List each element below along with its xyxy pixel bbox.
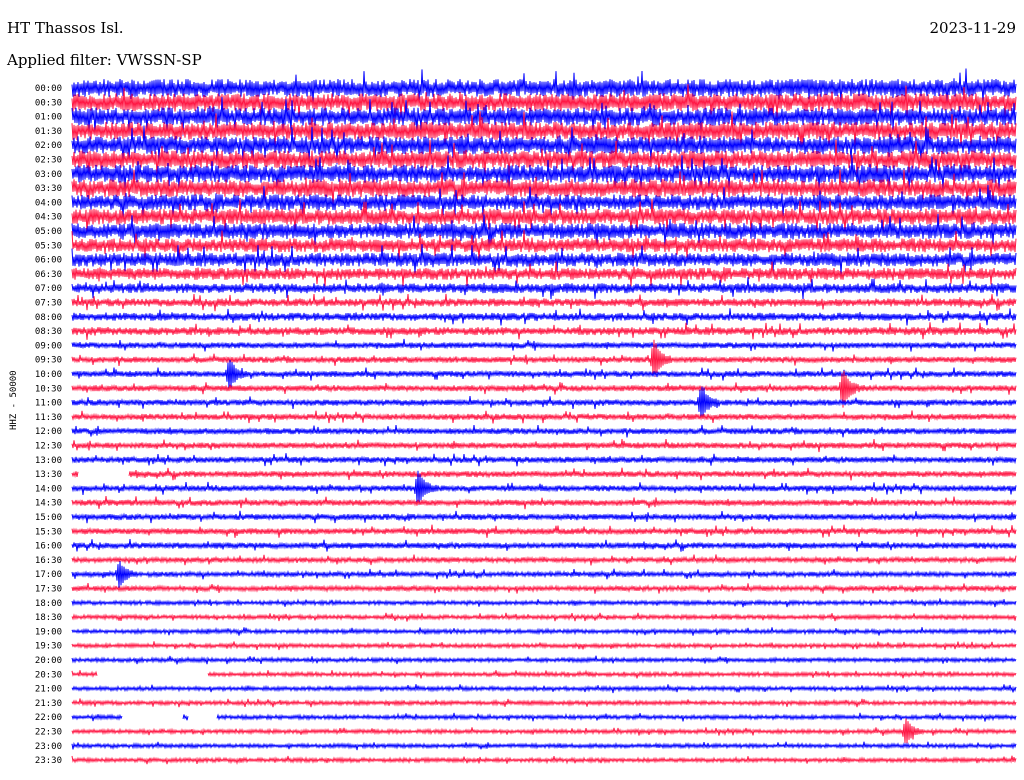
trace-row <box>71 524 1017 538</box>
row-time-label: 14:30 <box>35 499 62 509</box>
trace-row <box>71 583 1017 594</box>
row-time-label: 18:00 <box>35 599 62 609</box>
trace-row <box>71 554 1017 566</box>
row-time-label: 15:00 <box>35 513 62 523</box>
trace-row <box>71 741 1017 751</box>
row-time-label: 23:00 <box>35 742 62 752</box>
row-time-label: 00:00 <box>35 84 62 94</box>
trace-row <box>71 293 1017 312</box>
row-time-label: 13:30 <box>35 470 62 480</box>
row-time-label: 22:00 <box>35 713 62 723</box>
row-time-label: 03:00 <box>35 170 62 180</box>
row-time-label: 20:30 <box>35 670 62 680</box>
row-time-label: 04:00 <box>35 198 62 208</box>
row-time-label: 19:30 <box>35 642 62 652</box>
row-time-label: 12:00 <box>35 427 62 437</box>
trace-row <box>71 277 1017 300</box>
row-time-label: 16:30 <box>35 556 62 566</box>
row-time-label: 05:30 <box>35 241 62 251</box>
row-time-label: 07:30 <box>35 299 62 309</box>
row-time-label: 09:30 <box>35 356 62 366</box>
trace-row <box>71 322 1017 340</box>
row-time-label: 08:00 <box>35 313 62 323</box>
row-time-label: 05:00 <box>35 227 62 237</box>
trace-row <box>71 308 1017 326</box>
row-time-label: 06:30 <box>35 270 62 280</box>
row-time-label: 17:00 <box>35 570 62 580</box>
row-time-label: 11:00 <box>35 399 62 409</box>
trace-row <box>71 626 1017 637</box>
trace-row <box>71 453 1017 467</box>
trace-row <box>71 424 1017 438</box>
row-time-label: 14:00 <box>35 484 62 494</box>
row-time-label: 22:30 <box>35 728 62 738</box>
trace-row <box>71 467 1017 481</box>
row-time-label: 02:00 <box>35 141 62 151</box>
row-time-label: 11:30 <box>35 413 62 423</box>
trace-row <box>71 655 1017 665</box>
trace-row <box>71 338 1017 352</box>
trace-row <box>71 510 1017 524</box>
row-time-label: 21:30 <box>35 699 62 709</box>
trace-row <box>71 669 1017 679</box>
row-time-label: 16:00 <box>35 542 62 552</box>
trace-row <box>71 410 1017 424</box>
trace-row <box>71 386 1017 418</box>
row-time-label: 03:30 <box>35 184 62 194</box>
row-time-label: 13:00 <box>35 456 62 466</box>
row-time-label: 06:00 <box>35 256 62 266</box>
row-time-label: 00:30 <box>35 98 62 108</box>
row-time-label: 19:00 <box>35 627 62 637</box>
trace-row <box>71 561 1017 588</box>
trace-row <box>71 496 1017 510</box>
trace-row <box>71 641 1017 651</box>
row-time-label: 20:00 <box>35 656 62 666</box>
trace-row <box>71 438 1017 453</box>
trace-row <box>71 612 1017 622</box>
row-time-label: 04:30 <box>35 213 62 223</box>
row-time-label: 12:30 <box>35 442 62 452</box>
trace-row <box>71 539 1017 552</box>
row-time-label: 21:00 <box>35 685 62 695</box>
row-time-label: 01:00 <box>35 113 62 123</box>
row-time-label: 08:30 <box>35 327 62 337</box>
seismogram-plot: 00:00 00:30 01:00 01:30 02:00 02:30 03:00 03:30… <box>35 68 1017 766</box>
row-time-label: 07:00 <box>35 284 62 294</box>
trace-row <box>71 698 1017 708</box>
row-time-label: 02:30 <box>35 156 62 166</box>
row-time-label: 10:30 <box>35 384 62 394</box>
row-time-label: 18:30 <box>35 613 62 623</box>
trace-row <box>71 684 1017 694</box>
row-time-label: 23:30 <box>35 756 62 766</box>
trace-row <box>71 755 1017 765</box>
trace-row <box>71 712 1017 722</box>
trace-row <box>71 718 1017 744</box>
trace-row <box>71 598 1017 608</box>
row-time-label: 15:30 <box>35 527 62 537</box>
row-time-label: 01:30 <box>35 127 62 137</box>
row-time-label: 17:30 <box>35 585 62 595</box>
row-time-label: 10:00 <box>35 370 62 380</box>
row-time-label: 09:00 <box>35 341 62 351</box>
